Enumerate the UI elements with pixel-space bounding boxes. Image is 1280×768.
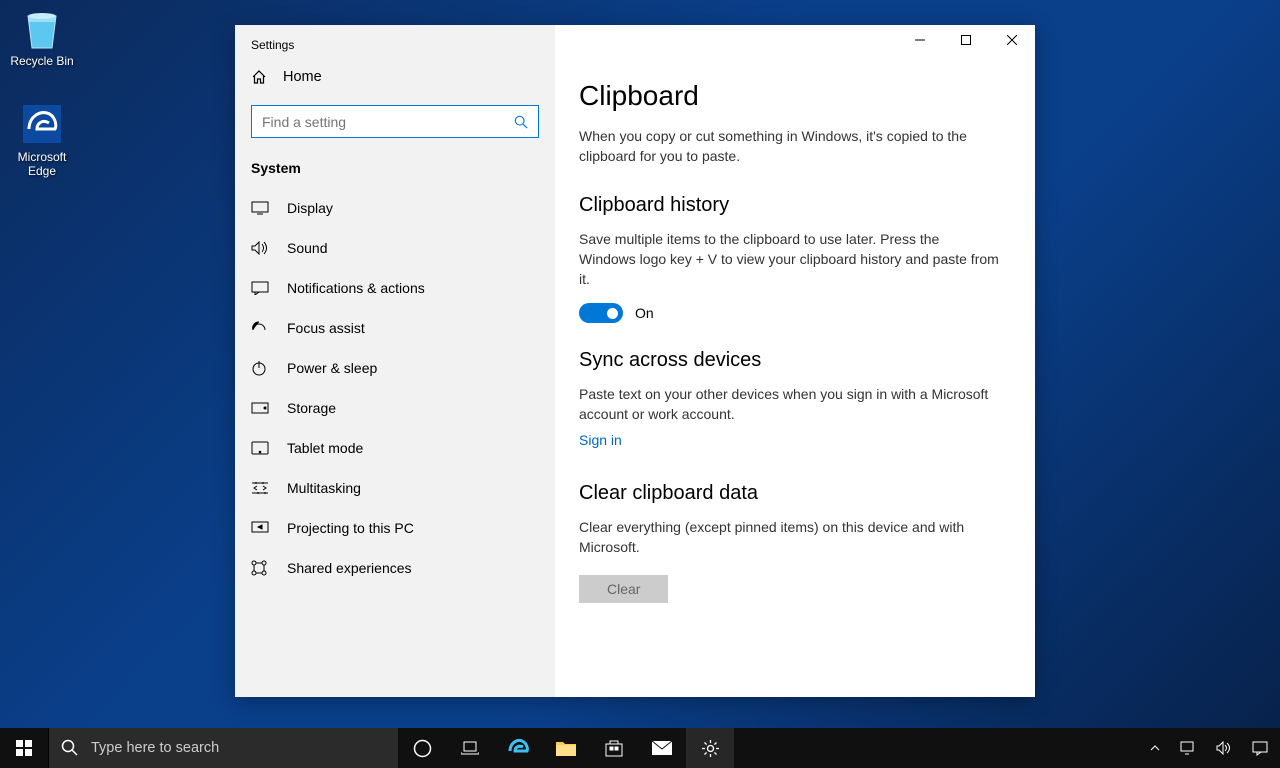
nav-item-label: Sound <box>287 240 327 256</box>
desktop-icon-label: Recycle Bin <box>4 54 80 68</box>
start-button[interactable] <box>0 728 48 768</box>
nav-item-storage[interactable]: Storage <box>235 388 555 428</box>
tray-volume-icon[interactable] <box>1212 741 1236 755</box>
projecting-icon <box>251 521 269 535</box>
taskbar-mail[interactable] <box>638 728 686 768</box>
settings-search-input[interactable] <box>262 114 514 130</box>
page-intro: When you copy or cut something in Window… <box>579 126 999 166</box>
tray-chevron-up-icon[interactable] <box>1146 744 1164 752</box>
home-icon <box>251 69 267 85</box>
nav-item-label: Power & sleep <box>287 360 377 376</box>
nav-item-tablet[interactable]: Tablet mode <box>235 428 555 468</box>
settings-content: Clipboard When you copy or cut something… <box>555 25 1035 697</box>
section-desc-history: Save multiple items to the clipboard to … <box>579 229 999 289</box>
settings-search[interactable] <box>251 105 539 138</box>
taskbar-search-placeholder: Type here to search <box>91 740 219 756</box>
notifications-icon <box>251 281 269 295</box>
tray-action-center-icon[interactable] <box>1248 741 1272 756</box>
sound-icon <box>251 241 269 255</box>
settings-sidebar: Settings Home System Display Sound <box>235 25 555 697</box>
toggle-state-label: On <box>635 305 654 321</box>
sidebar-nav-list: Display Sound Notifications & actions Fo… <box>235 188 555 697</box>
nav-item-label: Multitasking <box>287 480 361 496</box>
maximize-button[interactable] <box>943 25 989 55</box>
section-title-history: Clipboard history <box>579 194 1011 217</box>
tablet-icon <box>251 441 269 455</box>
search-icon <box>514 115 528 129</box>
nav-item-label: Notifications & actions <box>287 280 425 296</box>
nav-item-projecting[interactable]: Projecting to this PC <box>235 508 555 548</box>
section-desc-clear: Clear everything (except pinned items) o… <box>579 517 999 557</box>
nav-home-label: Home <box>283 69 322 85</box>
search-icon <box>61 739 79 757</box>
nav-item-multitasking[interactable]: Multitasking <box>235 468 555 508</box>
focus-assist-icon <box>251 320 269 336</box>
taskbar-file-explorer[interactable] <box>542 728 590 768</box>
taskbar: Type here to search <box>0 728 1280 768</box>
taskbar-apps <box>398 728 734 768</box>
nav-home[interactable]: Home <box>235 57 555 97</box>
taskbar-search[interactable]: Type here to search <box>48 728 398 768</box>
window-controls <box>897 25 1035 55</box>
clipboard-history-toggle[interactable] <box>579 303 623 323</box>
taskbar-settings[interactable] <box>686 728 734 768</box>
section-title-clear: Clear clipboard data <box>579 482 1011 505</box>
multitasking-icon <box>251 481 269 495</box>
system-tray <box>1138 728 1280 768</box>
section-title-sync: Sync across devices <box>579 349 1011 372</box>
windows-icon <box>16 740 32 756</box>
display-icon <box>251 201 269 215</box>
section-desc-sync: Paste text on your other devices when yo… <box>579 384 999 424</box>
page-title: Clipboard <box>579 80 1011 112</box>
nav-item-label: Projecting to this PC <box>287 520 414 536</box>
desktop-icon-label: Microsoft Edge <box>4 150 80 178</box>
desktop-icon-recycle-bin[interactable]: Recycle Bin <box>4 4 80 68</box>
nav-item-label: Storage <box>287 400 336 416</box>
nav-item-power[interactable]: Power & sleep <box>235 348 555 388</box>
taskbar-edge[interactable] <box>494 728 542 768</box>
taskbar-cortana[interactable] <box>398 728 446 768</box>
taskbar-store[interactable] <box>590 728 638 768</box>
nav-item-sound[interactable]: Sound <box>235 228 555 268</box>
sidebar-category: System <box>235 150 555 188</box>
power-icon <box>251 360 269 376</box>
nav-item-label: Tablet mode <box>287 440 363 456</box>
tray-network-icon[interactable] <box>1176 741 1200 755</box>
minimize-button[interactable] <box>897 25 943 55</box>
clear-button[interactable]: Clear <box>579 575 668 603</box>
nav-item-display[interactable]: Display <box>235 188 555 228</box>
toggle-row-history: On <box>579 303 1011 323</box>
nav-item-label: Display <box>287 200 333 216</box>
edge-icon <box>18 100 66 148</box>
desktop-icon-edge[interactable]: Microsoft Edge <box>4 100 80 178</box>
settings-window: Settings Home System Display Sound <box>235 25 1035 697</box>
close-button[interactable] <box>989 25 1035 55</box>
taskbar-task-view[interactable] <box>446 728 494 768</box>
nav-item-shared[interactable]: Shared experiences <box>235 548 555 588</box>
shared-icon <box>251 560 269 576</box>
sign-in-link[interactable]: Sign in <box>579 432 622 448</box>
storage-icon <box>251 402 269 414</box>
nav-item-label: Focus assist <box>287 320 365 336</box>
window-title: Settings <box>235 33 555 57</box>
nav-item-notifications[interactable]: Notifications & actions <box>235 268 555 308</box>
nav-item-label: Shared experiences <box>287 560 412 576</box>
recycle-bin-icon <box>18 4 66 52</box>
nav-item-focus-assist[interactable]: Focus assist <box>235 308 555 348</box>
